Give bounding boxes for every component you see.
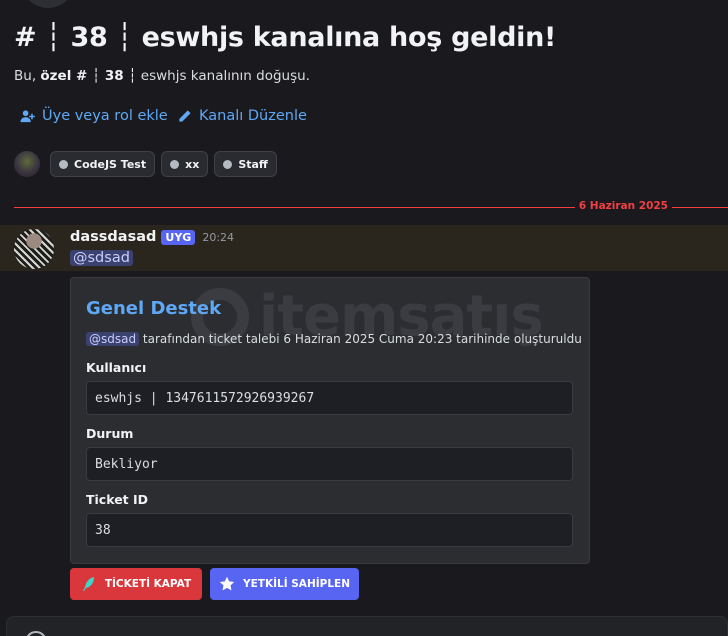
field-value-status: Bekliyor (86, 447, 573, 481)
role-name: xx (185, 157, 200, 171)
member-avatar[interactable] (14, 151, 40, 177)
claim-ticket-label: YETKİLİ SAHİPLEN (243, 578, 350, 590)
role-dot-icon (170, 159, 180, 169)
close-ticket-label: TİCKETİ KAPAT (104, 578, 192, 590)
role-name: Staff (238, 157, 268, 171)
embed-description: @sdsad tarafından ticket talebi 6 Hazira… (86, 332, 582, 346)
message-input-bar[interactable] (6, 616, 728, 636)
field-value-user: eswhjs | 1347611572926939267 (86, 381, 573, 415)
add-attachment-icon[interactable] (25, 631, 47, 636)
ticket-embed: itemsatış Genel Destek @sdsad tarafından… (70, 277, 590, 564)
role-pill-codejs-test[interactable]: CodeJS Test (50, 151, 156, 177)
add-user-icon (20, 109, 35, 122)
author-avatar[interactable] (14, 229, 54, 269)
add-member-label: Üye veya rol ekle (42, 108, 168, 124)
feather-icon (82, 577, 94, 591)
channel-intro: Bu, özel # ┆ 38 ┆ eswhjs kanalının doğuş… (14, 68, 310, 84)
embed-description-text: tarafından ticket talebi 6 Haziran 2025 … (139, 332, 582, 346)
edit-channel-button[interactable]: Kanalı Düzenle (177, 108, 307, 124)
claim-ticket-button[interactable]: YETKİLİ SAHİPLEN (210, 568, 359, 600)
date-divider: 6 Haziran 2025 (14, 200, 728, 214)
edit-channel-label: Kanalı Düzenle (199, 108, 307, 124)
field-name-user: Kullanıcı (86, 360, 147, 375)
pencil-icon (179, 109, 191, 122)
add-member-or-role-button[interactable]: Üye veya rol ekle (20, 108, 168, 124)
message-header: dassdasad UYG 20:24 (70, 229, 234, 245)
role-pill-staff[interactable]: Staff (214, 151, 277, 177)
role-dot-icon (223, 159, 233, 169)
intro-prefix: Bu, (14, 68, 41, 84)
channel-welcome-title: # ┆ 38 ┆ eswhjs kanalına hoş geldin! (14, 22, 557, 53)
embed-title: Genel Destek (86, 298, 222, 319)
field-name-status: Durum (86, 426, 134, 441)
star-icon (219, 576, 235, 591)
app-tag-badge: UYG (161, 229, 196, 245)
field-name-ticket-id: Ticket ID (86, 492, 149, 507)
intro-bold: özel # ┆ 38 ┆ (40, 68, 137, 84)
date-divider-label: 6 Haziran 2025 (574, 200, 672, 212)
field-value-ticket-id: 38 (86, 513, 573, 547)
channel-icon-placeholder (18, 0, 78, 8)
role-dot-icon (59, 159, 68, 169)
role-name: CodeJS Test (74, 157, 147, 171)
user-mention[interactable]: @sdsad (70, 250, 133, 266)
close-ticket-button[interactable]: TİCKETİ KAPAT (70, 568, 202, 600)
embed-user-mention[interactable]: @sdsad (86, 332, 140, 346)
channel-members-row: CodeJS Test xx Staff (14, 151, 277, 177)
role-pill-xx[interactable]: xx (161, 151, 209, 177)
author-name[interactable]: dassdasad (70, 229, 156, 245)
intro-suffix: eswhjs kanalının doğuşu. (136, 68, 310, 84)
message-timestamp: 20:24 (202, 230, 235, 244)
